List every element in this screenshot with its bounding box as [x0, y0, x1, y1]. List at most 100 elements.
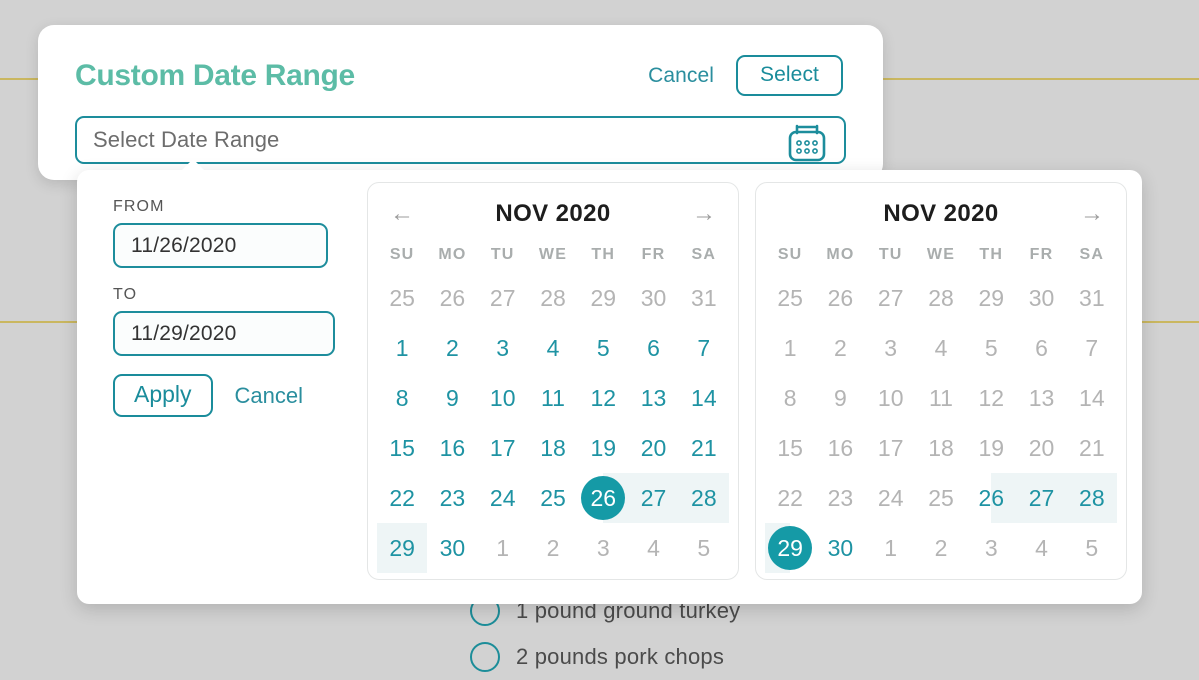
calendar-day[interactable]: 13 — [628, 373, 678, 423]
calendar-day-number: 2 — [446, 334, 459, 361]
calendar-day-number: 19 — [590, 434, 617, 461]
calendar-day-number: 15 — [389, 434, 415, 461]
calendar-day[interactable]: 27 — [1016, 473, 1067, 523]
calendar-day-number: 24 — [877, 484, 904, 511]
calendar-day-number: 14 — [1079, 384, 1105, 411]
calendar-day[interactable]: 28 — [1066, 473, 1117, 523]
calendar-day[interactable]: 30 — [815, 523, 865, 573]
calendar-day-number: 29 — [978, 284, 1005, 311]
calendar-header: ←NOV 2020→ — [377, 191, 729, 237]
calendar-header: ←NOV 2020→ — [765, 191, 1117, 237]
calendar-day: 1 — [478, 523, 528, 573]
weekday-label: FR — [1029, 246, 1054, 263]
calendar-day-number: 4 — [1035, 534, 1048, 561]
calendar-day[interactable]: 12 — [578, 373, 628, 423]
to-label: TO — [113, 286, 138, 303]
calendar-day-number: 30 — [439, 534, 466, 561]
weekday-header-row: SU MO TU WE TH FR SA — [377, 237, 729, 273]
calendar-day[interactable]: 25 — [528, 473, 578, 523]
calendar-day-number: 23 — [827, 484, 854, 511]
calendar-day[interactable]: 24 — [478, 473, 528, 523]
prev-month-arrow-left-icon[interactable]: ← — [387, 202, 417, 226]
calendar-day-number: 2 — [834, 334, 847, 361]
calendar-day: 5 — [966, 323, 1016, 373]
to-date-field[interactable]: 11/29/2020 — [113, 311, 335, 356]
calendar-icon[interactable] — [785, 123, 829, 168]
calendar-day[interactable]: 20 — [628, 423, 678, 473]
calendar-day[interactable]: 17 — [478, 423, 528, 473]
checkbox-circle-icon[interactable] — [470, 642, 500, 672]
calendar-day-number: 1 — [496, 534, 510, 561]
calendar-day[interactable]: 10 — [478, 373, 528, 423]
calendar-day: 17 — [866, 423, 916, 473]
calendar-week-row: 8 9 10 11 12 13 14 — [377, 373, 729, 423]
calendar-day[interactable]: 5 — [578, 323, 628, 373]
calendar-day[interactable]: 7 — [679, 323, 729, 373]
calendar-day[interactable]: 8 — [377, 373, 427, 423]
calendar-day-number: 14 — [691, 384, 717, 411]
next-month-arrow-right-icon[interactable]: → — [689, 202, 719, 226]
calendar-day-number: 2 — [546, 534, 560, 561]
calendar-day-number: 27 — [489, 284, 516, 311]
calendar-day[interactable]: 23 — [427, 473, 477, 523]
calendar-day-number: 3 — [984, 534, 998, 561]
calendar-day[interactable]: 26 — [966, 473, 1017, 523]
apply-button[interactable]: Apply — [113, 374, 213, 417]
calendar-day[interactable]: 29 — [377, 523, 428, 573]
calendar-day: 23 — [815, 473, 865, 523]
next-month-arrow-right-icon[interactable]: → — [1077, 202, 1107, 226]
calendar-day: 16 — [815, 423, 865, 473]
calendar-day-number: 27 — [877, 284, 904, 311]
calendar-day-number: 28 — [691, 484, 717, 511]
calendar-day-number: 21 — [691, 434, 717, 461]
calendar-day-number: 10 — [489, 384, 516, 411]
cancel-button[interactable]: Cancel — [648, 64, 714, 88]
panel-cancel-button[interactable]: Cancel — [235, 383, 303, 409]
calendar-day[interactable]: 18 — [528, 423, 578, 473]
calendar-day-number: 16 — [827, 434, 854, 461]
calendar-day[interactable]: 16 — [427, 423, 477, 473]
calendar-day-number: 1 — [395, 334, 409, 361]
calendar-day[interactable]: 1 — [377, 323, 427, 373]
calendar-day-number: 17 — [877, 434, 904, 461]
select-button[interactable]: Select — [736, 55, 843, 96]
calendar-day[interactable]: 9 — [427, 373, 477, 423]
weekday-label: TU — [878, 246, 903, 263]
calendar-day[interactable]: 4 — [528, 323, 578, 373]
calendar-day: 31 — [1067, 273, 1117, 323]
calendar-day[interactable]: 28 — [678, 473, 729, 523]
calendar-day[interactable]: 27 — [628, 473, 679, 523]
calendar-day[interactable]: 11 — [528, 373, 578, 423]
calendar-day[interactable]: 21 — [679, 423, 729, 473]
calendar-day: 4 — [1016, 523, 1066, 573]
calendar-day[interactable]: 22 — [377, 473, 427, 523]
calendar-day-number: 5 — [697, 534, 711, 561]
calendar-day[interactable]: 30 — [427, 523, 477, 573]
calendar-day-number: 4 — [647, 534, 660, 561]
calendar-day: 22 — [765, 473, 815, 523]
calendar-day[interactable]: 6 — [628, 323, 678, 373]
calendar-day[interactable]: 29 — [765, 523, 816, 573]
list-item[interactable]: 2 pounds pork chops — [470, 634, 740, 680]
calendar-day[interactable]: 14 — [679, 373, 729, 423]
calendar-day-number: 28 — [540, 284, 566, 311]
calendar-day-number: 25 — [928, 484, 954, 511]
calendar-week-row: 22 23 24 25 26 27 28 — [765, 473, 1117, 523]
calendar-day-number: 6 — [1035, 334, 1048, 361]
weekday-label: FR — [641, 246, 666, 263]
calendar-week-row: 22 23 24 25 26 27 28 — [377, 473, 729, 523]
calendar-day[interactable]: 19 — [578, 423, 628, 473]
calendar-day[interactable]: 26 — [578, 473, 629, 523]
calendar-day: 29 — [578, 273, 628, 323]
calendar-day: 30 — [628, 273, 678, 323]
weekday-label: SU — [777, 246, 803, 263]
from-date-field[interactable]: 11/26/2020 — [113, 223, 328, 268]
date-range-input[interactable]: Select Date Range — [75, 116, 846, 164]
calendar-month-title: NOV 2020 — [883, 200, 999, 227]
calendar-day-number: 31 — [1079, 284, 1105, 311]
calendar-day: 5 — [1067, 523, 1117, 573]
calendar-day: 3 — [578, 523, 628, 573]
calendar-day[interactable]: 3 — [478, 323, 528, 373]
calendar-day[interactable]: 2 — [427, 323, 477, 373]
calendar-day[interactable]: 15 — [377, 423, 427, 473]
